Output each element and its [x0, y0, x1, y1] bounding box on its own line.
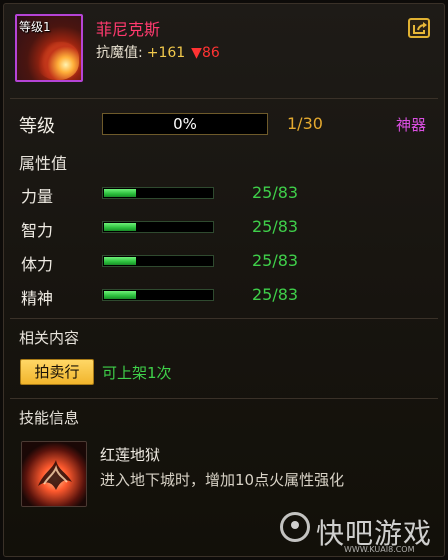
level-count: 1/30: [287, 114, 323, 133]
phoenix-flame-icon: [22, 442, 86, 506]
skill-title: 技能信息: [19, 409, 80, 427]
level-progress-bar: 0%: [102, 113, 268, 135]
attributes-title: 属性值: [19, 154, 68, 173]
share-button[interactable]: [408, 18, 430, 38]
resist-label: 抗魔值:: [96, 45, 143, 61]
stat-value: 25/83: [252, 183, 299, 202]
resist-value: 抗魔值: +161 ▼86: [96, 42, 220, 62]
attributes-divider: [10, 318, 438, 319]
skill-name: 红莲地狱: [100, 446, 161, 464]
stat-name: 体力: [21, 255, 54, 274]
listable-count: 可上架1次: [102, 364, 172, 382]
auction-house-button[interactable]: 拍卖行: [20, 359, 94, 385]
stat-name: 精神: [21, 289, 54, 308]
related-divider: [10, 398, 438, 399]
stat-bar-fill: [104, 291, 137, 299]
stat-bar-fill: [104, 223, 137, 231]
stat-value: 25/83: [252, 285, 299, 304]
pet-avatar: 等级1: [15, 14, 83, 82]
fire-skill-icon: [21, 441, 87, 507]
stat-bar: [102, 221, 214, 233]
resist-down-value: ▼86: [191, 45, 220, 61]
pet-name: 菲尼克斯: [96, 20, 161, 39]
stat-value: 25/83: [252, 217, 299, 236]
phoenix-avatar-icon: [35, 42, 79, 80]
watermark-logo-icon: [280, 512, 310, 542]
tooltip-panel: 等级1 菲尼克斯 抗魔值: +161 ▼86 等级 0% 1/30 神器 属性值 力…: [3, 3, 445, 557]
related-title: 相关内容: [19, 329, 80, 347]
share-icon: [413, 22, 427, 34]
artifact-type: 神器: [395, 116, 426, 134]
stat-bar-fill: [104, 257, 137, 265]
watermark-url: WWW.KUAI8.COM: [344, 545, 415, 554]
stat-value: 25/83: [252, 251, 299, 270]
stat-bar-fill: [104, 189, 137, 197]
stat-name: 智力: [21, 221, 54, 240]
stat-bar: [102, 289, 214, 301]
skill-description: 进入地下城时，增加10点火属性强化: [100, 471, 345, 489]
level-progress-text: 0%: [173, 115, 197, 133]
header-divider: [10, 98, 438, 99]
stat-bar: [102, 255, 214, 267]
stat-name: 力量: [21, 187, 54, 206]
level-label: 等级: [19, 116, 55, 137]
avatar-level-tag: 等级1: [19, 20, 51, 34]
resist-up-value: +161: [146, 45, 186, 61]
stat-bar: [102, 187, 214, 199]
